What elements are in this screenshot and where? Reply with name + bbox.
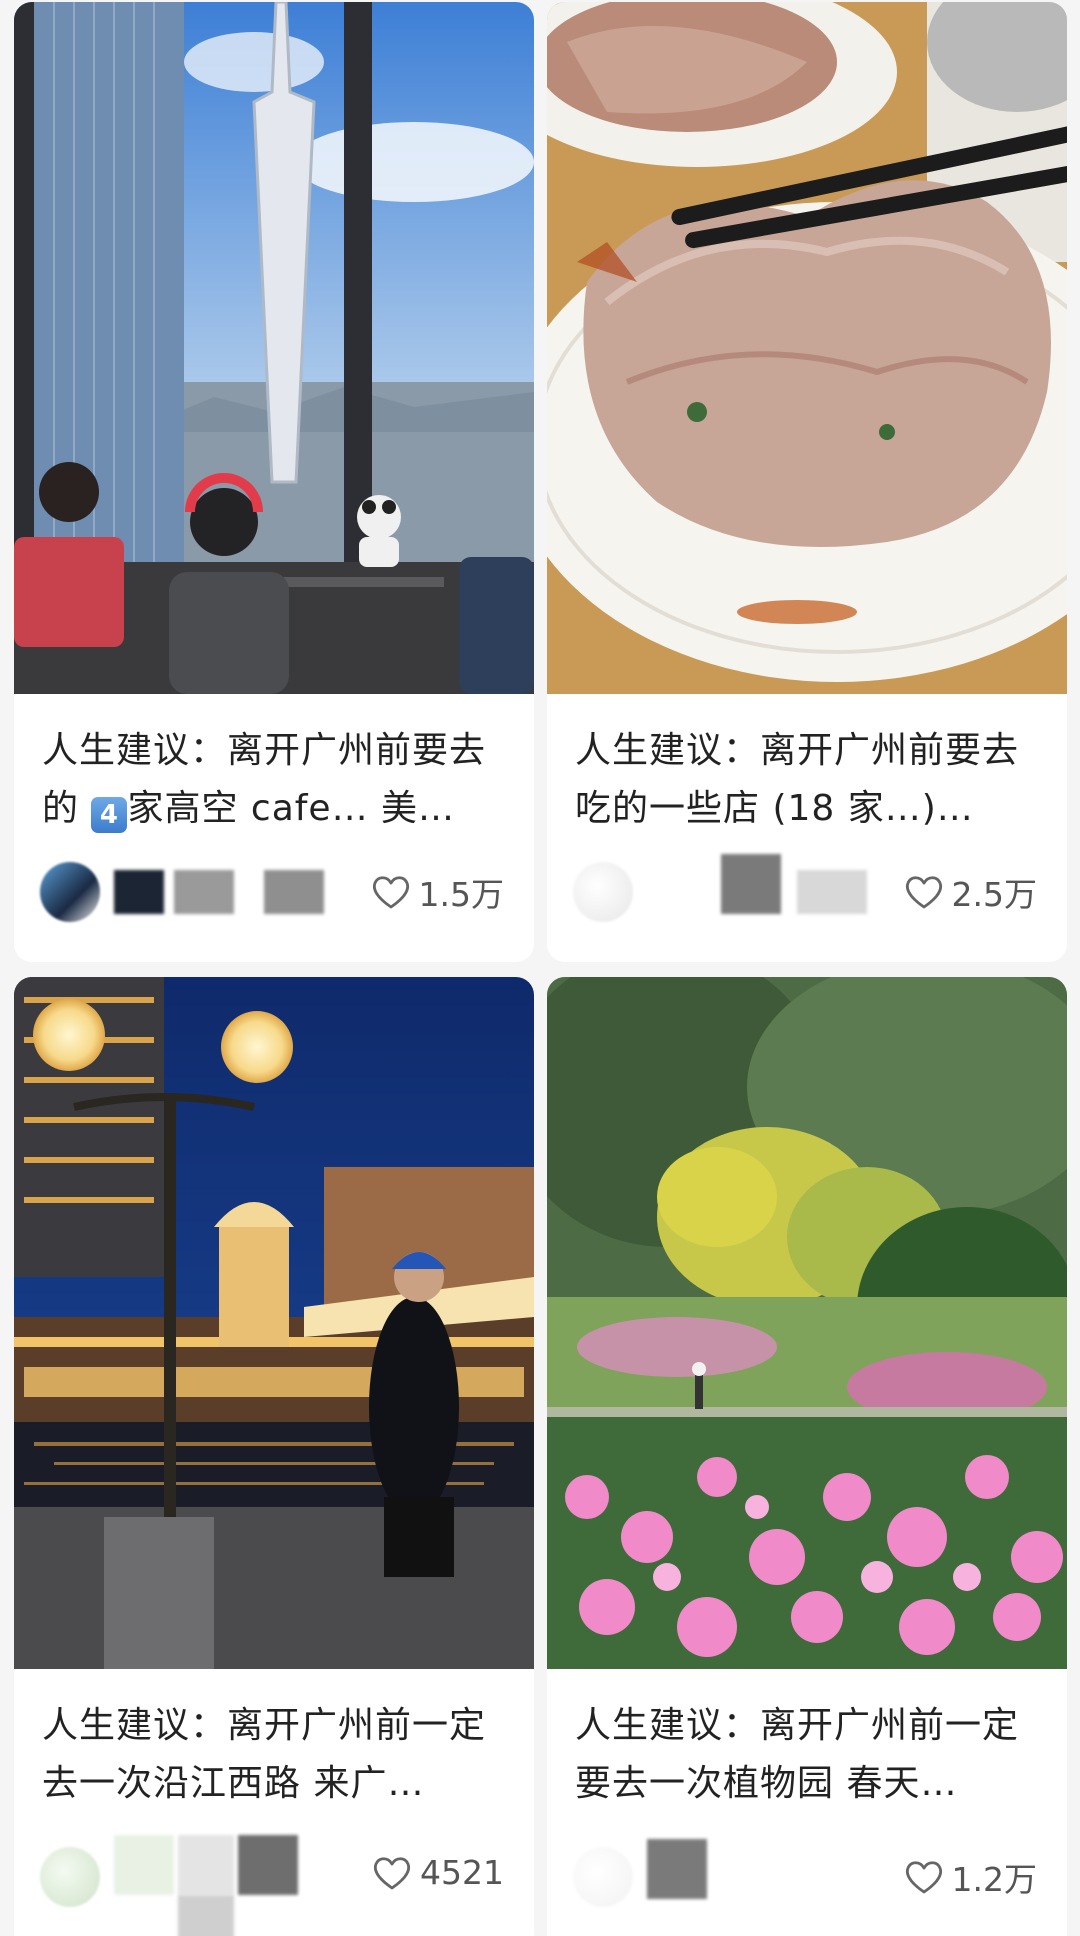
like-count[interactable]: 1.2万: [904, 1853, 1037, 1901]
author-name-blurred: [114, 1835, 324, 1936]
rice-noodle-roll-image: [547, 2, 1067, 694]
note-title[interactable]: 人生建议：离开广州前一定去一次沿江西路 来广…: [42, 1697, 504, 1813]
note-title[interactable]: 人生建议：离开广州前要去的 4 家高空 cafe… 美…: [42, 722, 504, 838]
heart-outline-icon[interactable]: [371, 874, 411, 910]
note-title[interactable]: 人生建议：离开广州前一定要去一次植物园 春天…: [575, 1697, 1037, 1813]
author-info[interactable]: [40, 860, 340, 924]
note-cover-image[interactable]: [14, 977, 534, 1669]
botanical-garden-image: [547, 977, 1067, 1669]
author-info[interactable]: [573, 854, 873, 924]
like-count-text: 1.2万: [951, 1860, 1037, 1899]
note-cover-image[interactable]: [14, 2, 534, 694]
heart-outline-icon[interactable]: [904, 874, 944, 910]
like-count[interactable]: 1.5万: [371, 868, 504, 916]
author-info[interactable]: [573, 1839, 873, 1909]
note-cover-image[interactable]: [547, 2, 1067, 694]
avatar[interactable]: [573, 1847, 633, 1907]
author-info[interactable]: [40, 1835, 340, 1936]
note-cover-image[interactable]: [547, 977, 1067, 1669]
heart-outline-icon[interactable]: [372, 1855, 412, 1891]
like-count[interactable]: 2.5万: [904, 868, 1037, 916]
heart-outline-icon[interactable]: [904, 1859, 944, 1895]
avatar[interactable]: [573, 862, 633, 922]
author-name-blurred: [647, 854, 867, 914]
like-count-text: 1.5万: [418, 875, 504, 914]
like-count[interactable]: 4521: [372, 1853, 504, 1892]
note-title[interactable]: 人生建议：离开广州前要去吃的一些店 (18 家…)…: [575, 722, 1037, 838]
author-name-blurred: [114, 870, 324, 914]
note-card[interactable]: 人生建议：离开广州前要去吃的一些店 (18 家…)… 2.5万: [547, 2, 1067, 962]
like-count-text: 2.5万: [951, 875, 1037, 914]
author-name-blurred: [647, 1839, 857, 1899]
note-card[interactable]: 人生建议：离开广州前一定要去一次植物园 春天… 1.2万: [547, 977, 1067, 1936]
cafe-canton-tower-image: [14, 2, 534, 694]
like-count-text: 4521: [420, 1853, 504, 1892]
note-card[interactable]: 人生建议：离开广州前要去的 4 家高空 cafe… 美… 1.5万: [14, 2, 534, 962]
riverside-night-image: [14, 977, 534, 1669]
note-feed: 人生建议：离开广州前要去的 4 家高空 cafe… 美… 1.5万 人生建议：离…: [0, 0, 1080, 1936]
avatar[interactable]: [40, 862, 100, 922]
keycap-4-icon: 4: [91, 797, 128, 833]
note-card[interactable]: 人生建议：离开广州前一定去一次沿江西路 来广… 4521: [14, 977, 534, 1936]
avatar[interactable]: [40, 1847, 100, 1907]
